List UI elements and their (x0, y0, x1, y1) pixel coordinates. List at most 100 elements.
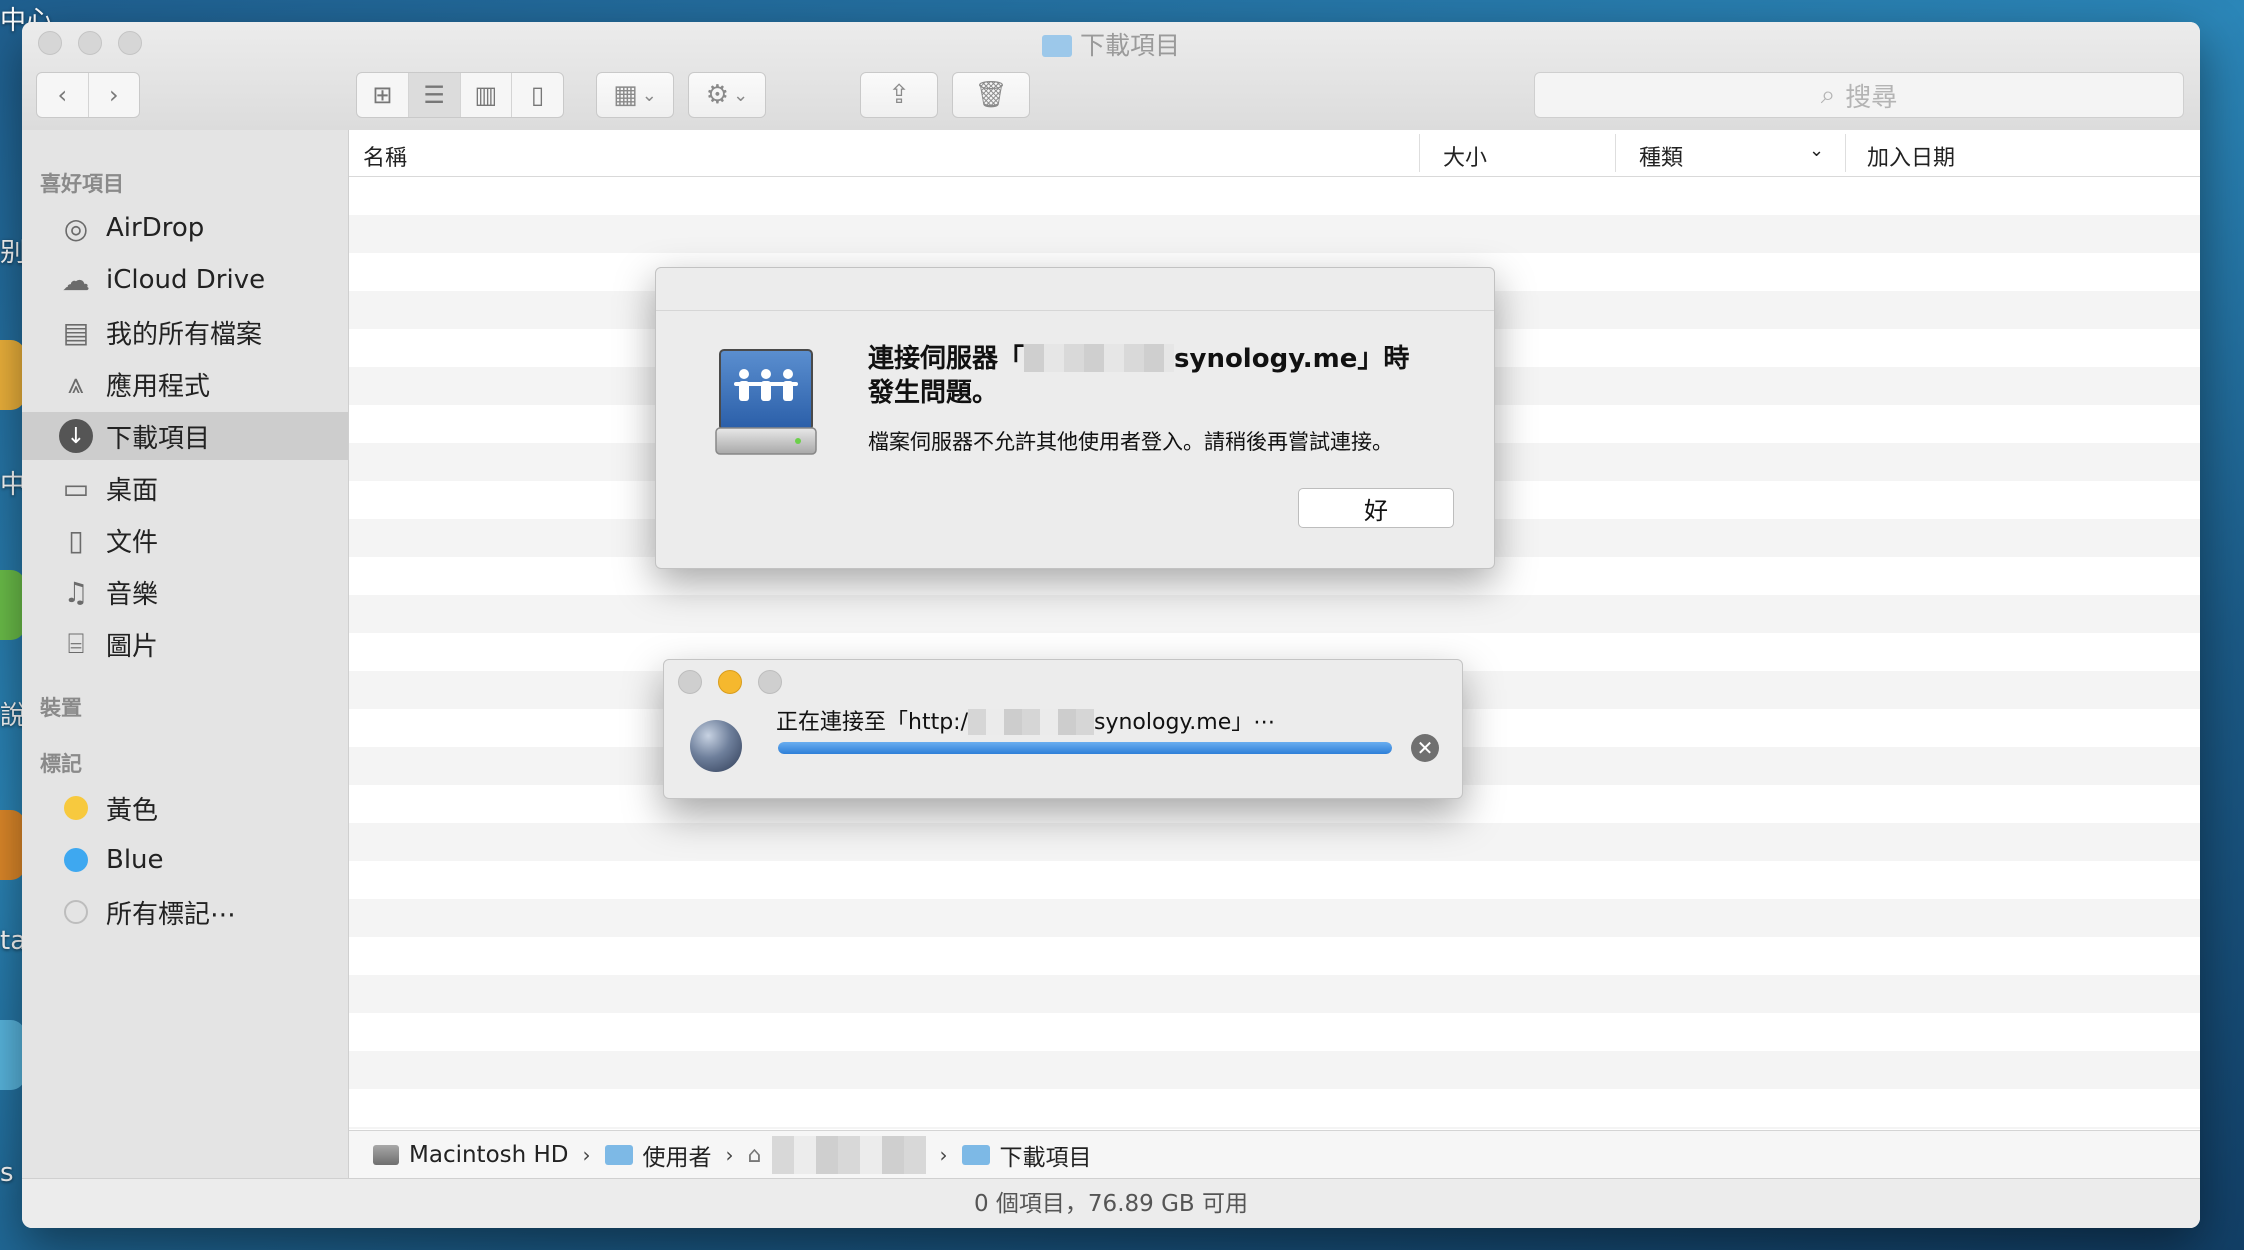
download-icon: ↓ (56, 416, 96, 456)
ok-button[interactable]: 好 (1298, 488, 1454, 528)
columns-icon: ▥ (474, 81, 498, 109)
home-icon: ⌂ (747, 1142, 762, 1168)
close-x-icon: ✕ (1416, 736, 1434, 760)
folder-icon (604, 1145, 633, 1165)
sidebar-item-label: 我的所有檔案 (106, 319, 263, 350)
connecting-text-prefix: 正在連接至「http:/ (776, 710, 968, 735)
network-globe-icon (690, 720, 742, 772)
path-separator-icon: › (582, 1143, 591, 1167)
folder-icon (1041, 35, 1072, 57)
sidebar-tag-all[interactable]: 所有標記⋯ (22, 888, 348, 936)
redacted-username (771, 1136, 926, 1174)
status-bar: 0 個項目，76.89 GB 可用 (22, 1178, 2200, 1228)
sidebar-item-desktop[interactable]: ▭ 桌面 (22, 464, 348, 512)
search-placeholder: 搜尋 (1845, 82, 1898, 113)
tag-dot-icon (56, 840, 96, 880)
search-icon: ⌕ (1820, 79, 1836, 110)
sidebar-item-pictures[interactable]: ⌸ 圖片 (22, 620, 348, 668)
documents-icon: ▯ (68, 523, 84, 557)
icon-view-button[interactable]: ⊞ (357, 73, 409, 117)
path-item-label: 使用者 (642, 1145, 712, 1171)
arrange-grid-icon: ▦ (613, 80, 638, 110)
path-item-macintosh-hd[interactable]: Macintosh HD (373, 1142, 569, 1168)
column-view-button[interactable]: ▥ (461, 73, 513, 117)
sidebar-item-music[interactable]: ♫ 音樂 (22, 568, 348, 616)
alert-dialog: 連接伺服器「 synology.me」時發生問題。 檔案伺服器不允許其他使用者登入… (655, 267, 1495, 569)
trash-button[interactable]: 🗑 (952, 72, 1030, 118)
sidebar-item-airdrop[interactable]: ◎ AirDrop (22, 204, 348, 252)
cloud-icon: ☁ (62, 263, 90, 297)
sidebar-item-label: Blue (106, 845, 164, 875)
column-divider[interactable] (1845, 134, 1846, 172)
redacted-hostname (968, 709, 1094, 735)
path-item-label: 下載項目 (999, 1145, 1092, 1171)
column-divider[interactable] (1615, 134, 1616, 172)
sidebar-item-documents[interactable]: ▯ 文件 (22, 516, 348, 564)
sidebar-item-label: 文件 (106, 527, 159, 558)
forward-button[interactable]: › (89, 73, 140, 117)
alert-titlebar (656, 268, 1494, 311)
toolbar: 下載項目 ‹ › ⊞ ☰ ▥ ▯ ▦ ⌄ ⚙ ⌄ ⇪ 🗑 ⌕ 搜尋 (22, 22, 2200, 131)
sidebar-item-label: iCloud Drive (106, 265, 266, 295)
sidebar-item-icloud-drive[interactable]: ☁ iCloud Drive (22, 256, 348, 304)
camera-icon: ⌸ (67, 627, 85, 660)
connecting-text-suffix: synology.me」⋯ (1094, 710, 1276, 735)
column-divider[interactable] (1419, 134, 1420, 172)
devices-header: 裝置 (40, 696, 82, 720)
sidebar: 喜好項目 ◎ AirDrop ☁ iCloud Drive ▤ 我的所有檔案 ⩓ 應用程… (22, 130, 349, 1190)
sidebar-item-label: 桌面 (106, 475, 159, 506)
column-header-name[interactable]: 名稱 (363, 140, 407, 172)
sidebar-item-label: 應用程式 (106, 371, 211, 402)
sidebar-item-downloads[interactable]: ↓ 下載項目 (22, 412, 348, 460)
music-icon: ♫ (63, 575, 89, 609)
trash-icon: 🗑 (974, 80, 1008, 110)
chevron-down-icon: ⌄ (733, 84, 749, 106)
chevron-right-icon: › (108, 81, 119, 109)
back-button[interactable]: ‹ (37, 73, 89, 117)
grid-icon: ⊞ (372, 81, 393, 109)
column-header-kind[interactable]: 種類 (1639, 140, 1683, 172)
cancel-connection-button[interactable]: ✕ (1411, 734, 1439, 762)
list-view-button[interactable]: ☰ (408, 73, 461, 117)
file-server-icon (715, 349, 817, 455)
airdrop-icon: ◎ (63, 211, 89, 245)
cover-flow-icon: ▯ (531, 81, 545, 109)
tags-header: 標記 (40, 752, 82, 776)
column-header-size[interactable]: 大小 (1443, 140, 1487, 172)
alert-title-prefix: 連接伺服器「 (868, 344, 1025, 374)
zoom-button[interactable] (758, 670, 782, 694)
path-item-home[interactable]: ⌂ (748, 1136, 926, 1174)
sidebar-item-label: 音樂 (106, 579, 159, 610)
sidebar-item-label: 所有標記⋯ (106, 899, 237, 930)
chevron-left-icon: ‹ (57, 81, 68, 109)
search-field[interactable]: ⌕ 搜尋 (1534, 72, 2184, 118)
action-button[interactable]: ⚙ ⌄ (688, 72, 766, 118)
alert-title: 連接伺服器「 synology.me」時發生問題。 (868, 342, 1428, 410)
arrange-button[interactable]: ▦ ⌄ (596, 72, 674, 118)
path-separator-icon: › (725, 1143, 734, 1167)
sort-chevron-icon[interactable]: ⌄ (1809, 140, 1824, 161)
desktop-label-fragment: s (0, 1158, 14, 1188)
path-item-users[interactable]: 使用者 (604, 1138, 712, 1172)
connection-progress-window: 正在連接至「http:/ synology.me」⋯ ✕ (663, 659, 1463, 799)
list-icon: ☰ (423, 81, 445, 109)
sidebar-tag-blue[interactable]: Blue (22, 836, 348, 884)
path-item-downloads[interactable]: 下載項目 (961, 1138, 1092, 1172)
desktop-icon: ▭ (62, 471, 90, 505)
sidebar-item-applications[interactable]: ⩓ 應用程式 (22, 360, 348, 408)
path-item-label: Macintosh HD (409, 1142, 569, 1168)
sidebar-item-label: 黃色 (106, 795, 159, 826)
cover-flow-button[interactable]: ▯ (512, 73, 563, 117)
sidebar-item-all-files[interactable]: ▤ 我的所有檔案 (22, 308, 348, 356)
share-button[interactable]: ⇪ (860, 72, 938, 118)
column-header-date-added[interactable]: 加入日期 (1867, 140, 1955, 172)
all-files-icon: ▤ (62, 315, 90, 349)
sidebar-tag-yellow[interactable]: 黃色 (22, 784, 348, 832)
favorites-header: 喜好項目 (40, 172, 124, 196)
path-bar: Macintosh HD › 使用者 › ⌂ › 下載項目 (349, 1130, 2200, 1179)
column-headers: 名稱 大小 種類 ⌄ 加入日期 (349, 130, 2200, 177)
window-title-text: 下載項目 (1079, 31, 1180, 60)
close-button[interactable] (678, 670, 702, 694)
tag-dot-icon (56, 892, 96, 932)
minimize-button[interactable] (718, 670, 742, 694)
